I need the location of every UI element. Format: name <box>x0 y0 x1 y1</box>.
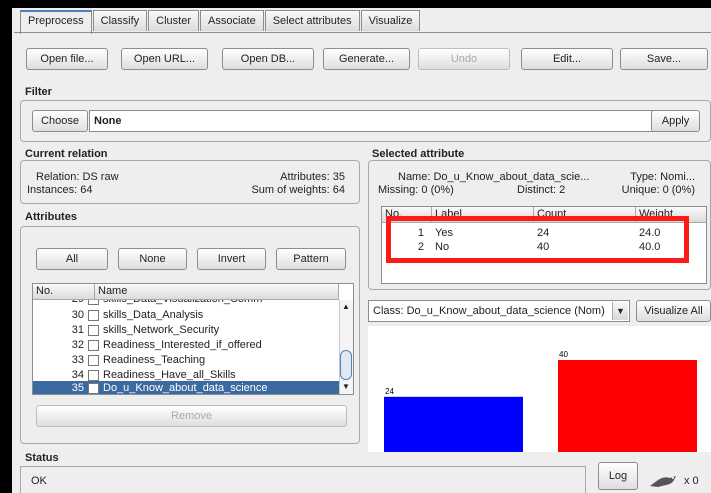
attributes-table: No. Name 29 skills_Data_Visualization_Co… <box>32 283 354 395</box>
open-url-button[interactable]: Open URL... <box>121 48 208 70</box>
screen-frame-top <box>0 0 711 8</box>
visualize-all-button[interactable]: Visualize All <box>636 300 711 322</box>
weka-explorer-window: Preprocess Classify Cluster Associate Se… <box>0 0 711 493</box>
row-no: 32 <box>71 339 84 351</box>
open-file-button[interactable]: Open file... <box>26 48 108 70</box>
col-no-header[interactable]: No. <box>33 284 95 300</box>
row-checkbox[interactable] <box>88 310 99 321</box>
tab-preprocess[interactable]: Preprocess <box>20 10 92 34</box>
tab-cluster[interactable]: Cluster <box>148 10 199 31</box>
scroll-thumb[interactable] <box>340 350 352 380</box>
select-none-button[interactable]: None <box>118 248 187 270</box>
row-name: Readiness_Teaching <box>103 354 206 366</box>
tab-classify[interactable]: Classify <box>92 10 148 31</box>
chevron-down-icon[interactable]: ▼ <box>612 302 628 320</box>
weka-bird-icon <box>648 470 682 490</box>
current-relation-title: Current relation <box>25 148 108 160</box>
tab-bar: Preprocess Classify Cluster Associate Se… <box>20 10 421 34</box>
tab-visualize[interactable]: Visualize <box>360 10 421 31</box>
generate-button[interactable]: Generate... <box>323 48 410 70</box>
edit-button[interactable]: Edit... <box>521 48 613 70</box>
undo-button[interactable]: Undo <box>418 48 510 70</box>
chart-svg: 24 40 <box>384 350 697 452</box>
bar-no <box>558 360 697 452</box>
invert-selection-button[interactable]: Invert <box>197 248 266 270</box>
attribute-unique: Unique: 0 (0%) <box>621 184 695 196</box>
attribute-type: Type: Nomi... <box>630 171 695 183</box>
row-name: Do_u_Know_about_data_science <box>103 382 268 394</box>
screen-frame-left <box>0 0 12 493</box>
apply-filter-button[interactable]: Apply <box>651 110 700 132</box>
selected-attribute-title: Selected attribute <box>372 148 465 160</box>
select-all-button[interactable]: All <box>36 248 108 270</box>
task-count: x 0 <box>684 475 699 487</box>
tab-divider <box>14 32 711 33</box>
row-no: 35 <box>71 382 84 394</box>
scroll-down-icon[interactable]: ▼ <box>342 382 350 391</box>
filter-title: Filter <box>25 86 52 98</box>
row-no: 31 <box>71 324 84 336</box>
highlight-annotation-box <box>386 216 689 263</box>
table-row-selected[interactable]: 35 Do_u_Know_about_data_science <box>33 381 339 394</box>
class-select[interactable]: Class: Do_u_Know_about_data_science (Nom… <box>368 300 630 322</box>
choose-filter-button[interactable]: Choose <box>32 110 88 132</box>
row-name: skills_Network_Security <box>103 324 220 336</box>
log-button[interactable]: Log <box>598 462 638 490</box>
tab-select-attributes[interactable]: Select attributes <box>264 10 360 31</box>
row-no: 30 <box>71 309 84 321</box>
sum-of-weights: Sum of weights: 64 <box>251 184 345 196</box>
status-title: Status <box>25 452 59 464</box>
save-button[interactable]: Save... <box>620 48 708 70</box>
col-name-header[interactable]: Name <box>95 284 339 300</box>
remove-button[interactable]: Remove <box>36 405 347 427</box>
attributes-scrollbar[interactable]: ▲ ▼ <box>339 300 353 394</box>
bar-yes <box>384 396 523 452</box>
open-db-button[interactable]: Open DB... <box>222 48 314 70</box>
bar-value-label: 24 <box>385 387 394 396</box>
table-row[interactable]: 30 skills_Data_Analysis <box>33 308 339 323</box>
table-row[interactable]: 33 Readiness_Teaching <box>33 353 339 368</box>
row-no: 33 <box>71 354 84 366</box>
status-panel: OK <box>20 466 586 493</box>
table-row[interactable]: 32 Readiness_Interested_if_offered <box>33 338 339 353</box>
attribute-name: Name: Do_u_Know_about_data_scie... <box>398 171 590 183</box>
row-checkbox[interactable] <box>88 383 99 394</box>
filter-field[interactable]: None <box>89 110 665 132</box>
instances-count: Instances: 64 <box>27 184 93 196</box>
row-name: Readiness_Interested_if_offered <box>103 339 262 351</box>
table-row[interactable]: 31 skills_Network_Security <box>33 323 339 338</box>
relation-name: Relation: DS raw <box>36 171 119 183</box>
row-name: skills_Data_Analysis <box>103 309 204 321</box>
bar-value-label: 40 <box>559 350 568 359</box>
attribute-missing: Missing: 0 (0%) <box>378 184 454 196</box>
attribute-distinct: Distinct: 2 <box>517 184 566 196</box>
status-text: OK <box>31 475 47 487</box>
class-distribution-chart: 24 40 <box>368 326 711 452</box>
attributes-title: Attributes <box>25 211 77 223</box>
scroll-up-icon[interactable]: ▲ <box>342 302 350 311</box>
row-checkbox[interactable] <box>88 340 99 351</box>
row-checkbox[interactable] <box>88 370 99 381</box>
row-checkbox[interactable] <box>88 325 99 336</box>
tab-associate[interactable]: Associate <box>200 10 264 31</box>
attributes-count: Attributes: 35 <box>280 171 345 183</box>
row-checkbox[interactable] <box>88 355 99 366</box>
pattern-button[interactable]: Pattern <box>276 248 346 270</box>
